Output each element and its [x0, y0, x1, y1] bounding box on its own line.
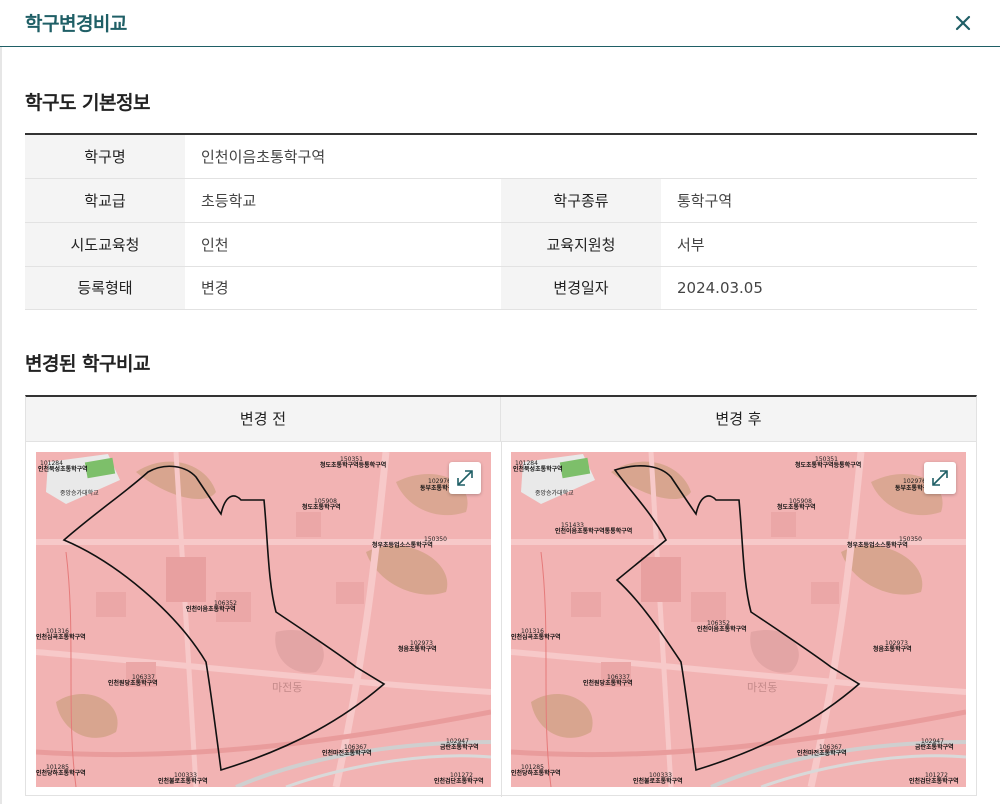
- map-label: 인천원당초통학구역: [108, 680, 158, 687]
- district-name-value: 인천이음초통학구역: [185, 134, 978, 179]
- map-label: 인천당하초통학구역: [36, 770, 86, 777]
- map-label: 인천이음초통학구역: [186, 606, 236, 613]
- support-office-label: 교육지원청: [501, 222, 661, 267]
- map-before-canvas: [36, 452, 491, 787]
- map-label: 청도초통학구역: [302, 504, 341, 511]
- after-header: 변경 후: [501, 397, 976, 442]
- modal-title: 학구변경비교: [25, 13, 127, 35]
- compare-title: 변경된 학구비교: [25, 353, 150, 375]
- office-label: 시도교육청: [25, 222, 185, 267]
- district-type-value: 통학구역: [661, 178, 978, 223]
- map-label: 인천심곡초통학구역: [36, 634, 86, 641]
- map-label: 인천심곡초통학구역: [511, 634, 561, 641]
- map-label: 청음초통학구역: [873, 646, 912, 653]
- map-label: 인천당하초통학구역: [511, 770, 561, 777]
- column-divider: [501, 442, 502, 797]
- school-level-label: 학교급: [25, 178, 185, 223]
- close-button[interactable]: [950, 10, 976, 36]
- basic-info-title: 학구도 기본정보: [25, 92, 150, 114]
- left-scroll-edge: [0, 47, 2, 804]
- map-label: 인천마전초통학구역: [322, 750, 372, 757]
- registration-type-label: 등록형태: [25, 266, 185, 310]
- map-label: 마전동: [272, 681, 303, 694]
- map-label: 청우초등업소스통학구역: [372, 542, 433, 549]
- map-label: 인천검단초통학구역: [909, 778, 959, 785]
- table-row: 학구명 인천이음초통학구역: [25, 134, 978, 179]
- map-label: 인천마전초통학구역: [797, 750, 847, 757]
- map-label: 청우초등업소스통학구역: [847, 542, 908, 549]
- map-label: 청음초통학구역: [398, 646, 437, 653]
- map-label: 인천검단초통학구역: [434, 778, 484, 785]
- school-level-value: 초등학교: [185, 178, 501, 223]
- support-office-value: 서부: [661, 222, 978, 267]
- map-label: 102976: [428, 478, 451, 485]
- expand-button-after[interactable]: [924, 462, 956, 494]
- basic-info-table: 학구명 인천이음초통학구역 학교급 초등학교 학구종류 통학구역 시도교육청 인…: [25, 133, 978, 310]
- map-after[interactable]: 101284 인천북성초통학구역 중앙승가대학교 150351 청도초통학구역등…: [511, 452, 966, 787]
- close-icon: [955, 15, 971, 31]
- map-label: 인천북성초통학구역: [38, 466, 88, 473]
- change-date-label: 변경일자: [501, 266, 661, 310]
- map-label: 인천불로초통학구역: [633, 778, 683, 785]
- map-label: 인천북성초통학구역: [513, 466, 563, 473]
- table-row: 등록형태 변경 변경일자 2024.03.05: [25, 266, 978, 310]
- modal-header: 학구변경비교: [0, 0, 1000, 47]
- map-label: 금란초통학구역: [915, 744, 954, 751]
- compare-table: 변경 전 변경 후 101284 인천북성초통학구역 중앙승가대학교 15035…: [25, 395, 977, 797]
- map-after-canvas: [511, 452, 966, 787]
- registration-type-value: 변경: [185, 266, 501, 310]
- expand-icon: [457, 470, 473, 486]
- before-header: 변경 전: [26, 397, 501, 442]
- expand-button-before[interactable]: [449, 462, 481, 494]
- table-row: 시도교육청 인천 교육지원청 서부: [25, 222, 978, 267]
- map-label: 102976: [903, 478, 926, 485]
- map-label: 청도초통학구역등통학구역: [320, 462, 387, 469]
- map-label: 인천불로초통학구역: [158, 778, 208, 785]
- map-label: 청도초통학구역: [777, 504, 816, 511]
- map-label: 인천원당초통학구역: [583, 680, 633, 687]
- map-label: 중앙승가대학교: [60, 490, 99, 497]
- map-label: 마전동: [747, 681, 778, 694]
- office-value: 인천: [185, 222, 501, 267]
- map-label: 금란초통학구역: [440, 744, 479, 751]
- map-label: 인천이음초통학구역: [697, 626, 747, 633]
- district-name-label: 학구명: [25, 134, 185, 179]
- map-label: 중앙승가대학교: [535, 490, 574, 497]
- expand-icon: [932, 470, 948, 486]
- district-type-label: 학구종류: [501, 178, 661, 223]
- map-label: 인천이음초통학구역통통학구역: [555, 528, 633, 535]
- map-label: 청도초통학구역등통학구역: [795, 462, 862, 469]
- change-date-value: 2024.03.05: [661, 266, 978, 310]
- table-row: 학교급 초등학교 학구종류 통학구역: [25, 178, 978, 223]
- map-before[interactable]: 101284 인천북성초통학구역 중앙승가대학교 150351 청도초통학구역등…: [36, 452, 491, 787]
